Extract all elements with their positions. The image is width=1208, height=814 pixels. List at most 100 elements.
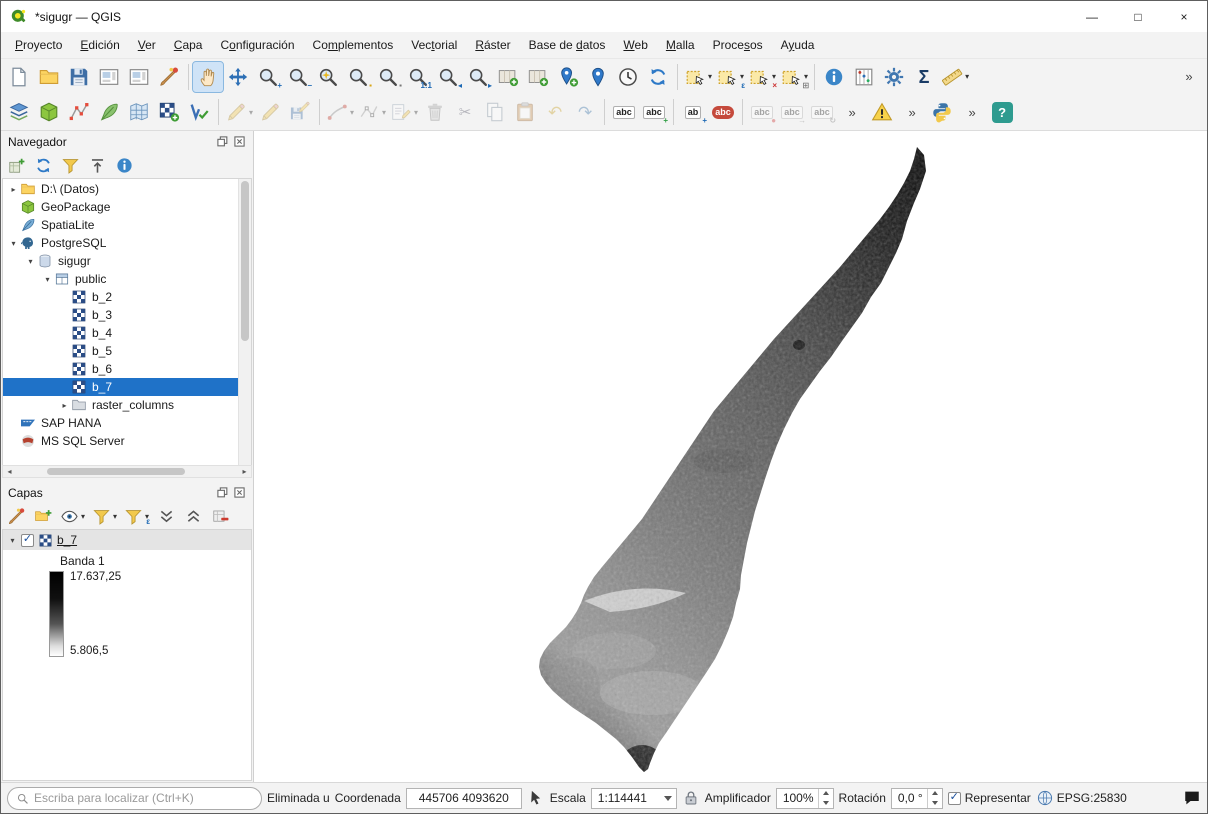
dropdown-arrow-icon[interactable]: ▾ (965, 72, 969, 81)
paste-features-button[interactable] (510, 97, 540, 127)
dropdown-arrow-icon[interactable]: ▾ (772, 72, 776, 81)
modify-attributes-button[interactable]: ▾ (388, 97, 420, 127)
render-toggle[interactable]: ✓ Representar (948, 791, 1031, 805)
tree-item-postgresql[interactable]: ▾PostgreSQL (3, 234, 238, 252)
tree-item-ms-sql-server[interactable]: MS SQL Server (3, 432, 238, 450)
locator-search[interactable] (7, 787, 262, 810)
menu-capa[interactable]: Capa (165, 34, 212, 56)
geometry-checker-button[interactable] (867, 97, 897, 127)
dropdown-arrow-icon[interactable]: ▾ (740, 72, 744, 81)
expand-all-button[interactable] (154, 504, 178, 528)
tree-item-d-datos-[interactable]: ▸D:\ (Datos) (3, 180, 238, 198)
toggle-editing-button[interactable] (255, 97, 285, 127)
dropdown-arrow-icon[interactable]: ▾ (81, 512, 85, 521)
spin-up-icon[interactable] (928, 789, 942, 799)
toolbar-overflow-button[interactable]: » (1174, 62, 1204, 92)
close-panel-icon[interactable] (233, 135, 246, 148)
cut-features-button[interactable]: ✂ (450, 97, 480, 127)
float-panel-icon[interactable] (216, 486, 229, 499)
menu-vectorial[interactable]: Vectorial (402, 34, 466, 56)
deselect-features-button[interactable]: ×▾ (746, 62, 778, 92)
expander-icon[interactable]: ▾ (41, 275, 54, 284)
show-layout-manager-button[interactable] (124, 62, 154, 92)
dropdown-arrow-icon[interactable]: ▾ (708, 72, 712, 81)
redo-button[interactable]: ↷ (570, 97, 600, 127)
delete-selected-button[interactable] (420, 97, 450, 127)
menu-malla[interactable]: Malla (657, 34, 704, 56)
expander-icon[interactable]: ▾ (24, 257, 37, 266)
collapse-all-layers-button[interactable] (181, 504, 205, 528)
zoom-native-button[interactable]: 1:1 (403, 62, 433, 92)
new-geopackage-layer-button[interactable] (34, 97, 64, 127)
tree-item-b-4[interactable]: b_4 (3, 324, 238, 342)
spin-down-icon[interactable] (819, 798, 833, 808)
rotation-spinbox[interactable]: 0,0 ° (891, 788, 943, 809)
render-checkbox[interactable]: ✓ (948, 792, 961, 805)
menu-base-de-datos[interactable]: Base de datos (520, 34, 615, 56)
mouse-position-toggle-icon[interactable] (527, 789, 545, 807)
new-map-view-button[interactable] (493, 62, 523, 92)
filter-by-expression-button[interactable]: ε▾ (122, 504, 151, 528)
expander-icon[interactable]: ▾ (6, 536, 19, 545)
zoom-in-button[interactable]: + (253, 62, 283, 92)
menu-edici-n[interactable]: Edición (71, 34, 128, 56)
rotate-label-button[interactable]: abc↻ (807, 97, 837, 127)
show-properties-button[interactable] (112, 153, 136, 177)
scrollbar-thumb[interactable] (241, 181, 249, 341)
menu-r-ster[interactable]: Ráster (466, 34, 519, 56)
layer-item-b7[interactable]: ▾ ✓ b_7 (3, 530, 251, 550)
expander-icon[interactable]: ▸ (58, 401, 71, 410)
coordinate-input[interactable]: 445706 4093620 (406, 788, 522, 809)
new-print-layout-button[interactable] (94, 62, 124, 92)
tree-item-b-6[interactable]: b_6 (3, 360, 238, 378)
tree-item-geopackage[interactable]: GeoPackage (3, 198, 238, 216)
tree-item-b-5[interactable]: b_5 (3, 342, 238, 360)
zoom-next-button[interactable]: ▸ (463, 62, 493, 92)
new-spatialite-layer-button[interactable] (94, 97, 124, 127)
navegador-vertical-scrollbar[interactable] (238, 179, 251, 465)
new-project-button[interactable] (4, 62, 34, 92)
style-manager-button[interactable] (154, 62, 184, 92)
lock-scale-icon[interactable] (682, 789, 700, 807)
undo-button[interactable]: ↶ (540, 97, 570, 127)
navegador-horizontal-scrollbar[interactable]: ◂ ▸ (2, 465, 252, 478)
spin-down-icon[interactable] (928, 798, 942, 808)
menu-configuraci-n[interactable]: Configuración (211, 34, 303, 56)
refresh-browser-button[interactable] (31, 153, 55, 177)
tree-item-raster-columns[interactable]: ▸raster_columns (3, 396, 238, 414)
save-project-button[interactable] (64, 62, 94, 92)
new-spatial-bookmark-button[interactable] (553, 62, 583, 92)
select-features-button[interactable]: ▾ (682, 62, 714, 92)
dropdown-arrow-icon[interactable]: ▾ (414, 108, 418, 117)
tree-item-sap-hana[interactable]: SAP HANA (3, 414, 238, 432)
map-canvas[interactable] (253, 131, 1207, 782)
copy-features-button[interactable] (480, 97, 510, 127)
plugins-toolbar-overflow-button[interactable]: » (897, 97, 927, 127)
filter-browser-button[interactable] (58, 153, 82, 177)
dropdown-arrow-icon[interactable]: ▾ (382, 108, 386, 117)
float-panel-icon[interactable] (216, 135, 229, 148)
layer-diagram-options-button[interactable]: abc+ (639, 97, 669, 127)
scroll-left-icon[interactable]: ◂ (3, 467, 16, 476)
filter-legend-button[interactable]: ▾ (90, 504, 119, 528)
dropdown-arrow-icon[interactable]: ▾ (249, 108, 253, 117)
field-calculator-button[interactable] (849, 62, 879, 92)
pin-unpin-labels-button[interactable]: ab+ (678, 97, 708, 127)
add-selected-layers-button[interactable] (4, 153, 28, 177)
locator-input[interactable] (34, 791, 253, 805)
dropdown-arrow-icon[interactable]: ▾ (804, 72, 808, 81)
measure-button[interactable]: ▾ (939, 62, 971, 92)
add-group-button[interactable] (31, 504, 55, 528)
magnifier-spinbox[interactable]: 100% (776, 788, 834, 809)
expander-icon[interactable]: ▸ (7, 185, 20, 194)
scale-combobox[interactable]: 1:114441 (591, 788, 677, 809)
scrollbar-thumb[interactable] (47, 468, 185, 475)
statistical-summary-button[interactable]: Σ (909, 62, 939, 92)
crs-status[interactable]: EPSG:25830 (1036, 789, 1127, 807)
close-panel-icon[interactable] (233, 486, 246, 499)
show-spatial-bookmarks-button[interactable] (583, 62, 613, 92)
menu-web[interactable]: Web (614, 34, 656, 56)
spin-buttons[interactable] (927, 789, 942, 808)
zoom-full-button[interactable] (313, 62, 343, 92)
tree-item-b-3[interactable]: b_3 (3, 306, 238, 324)
